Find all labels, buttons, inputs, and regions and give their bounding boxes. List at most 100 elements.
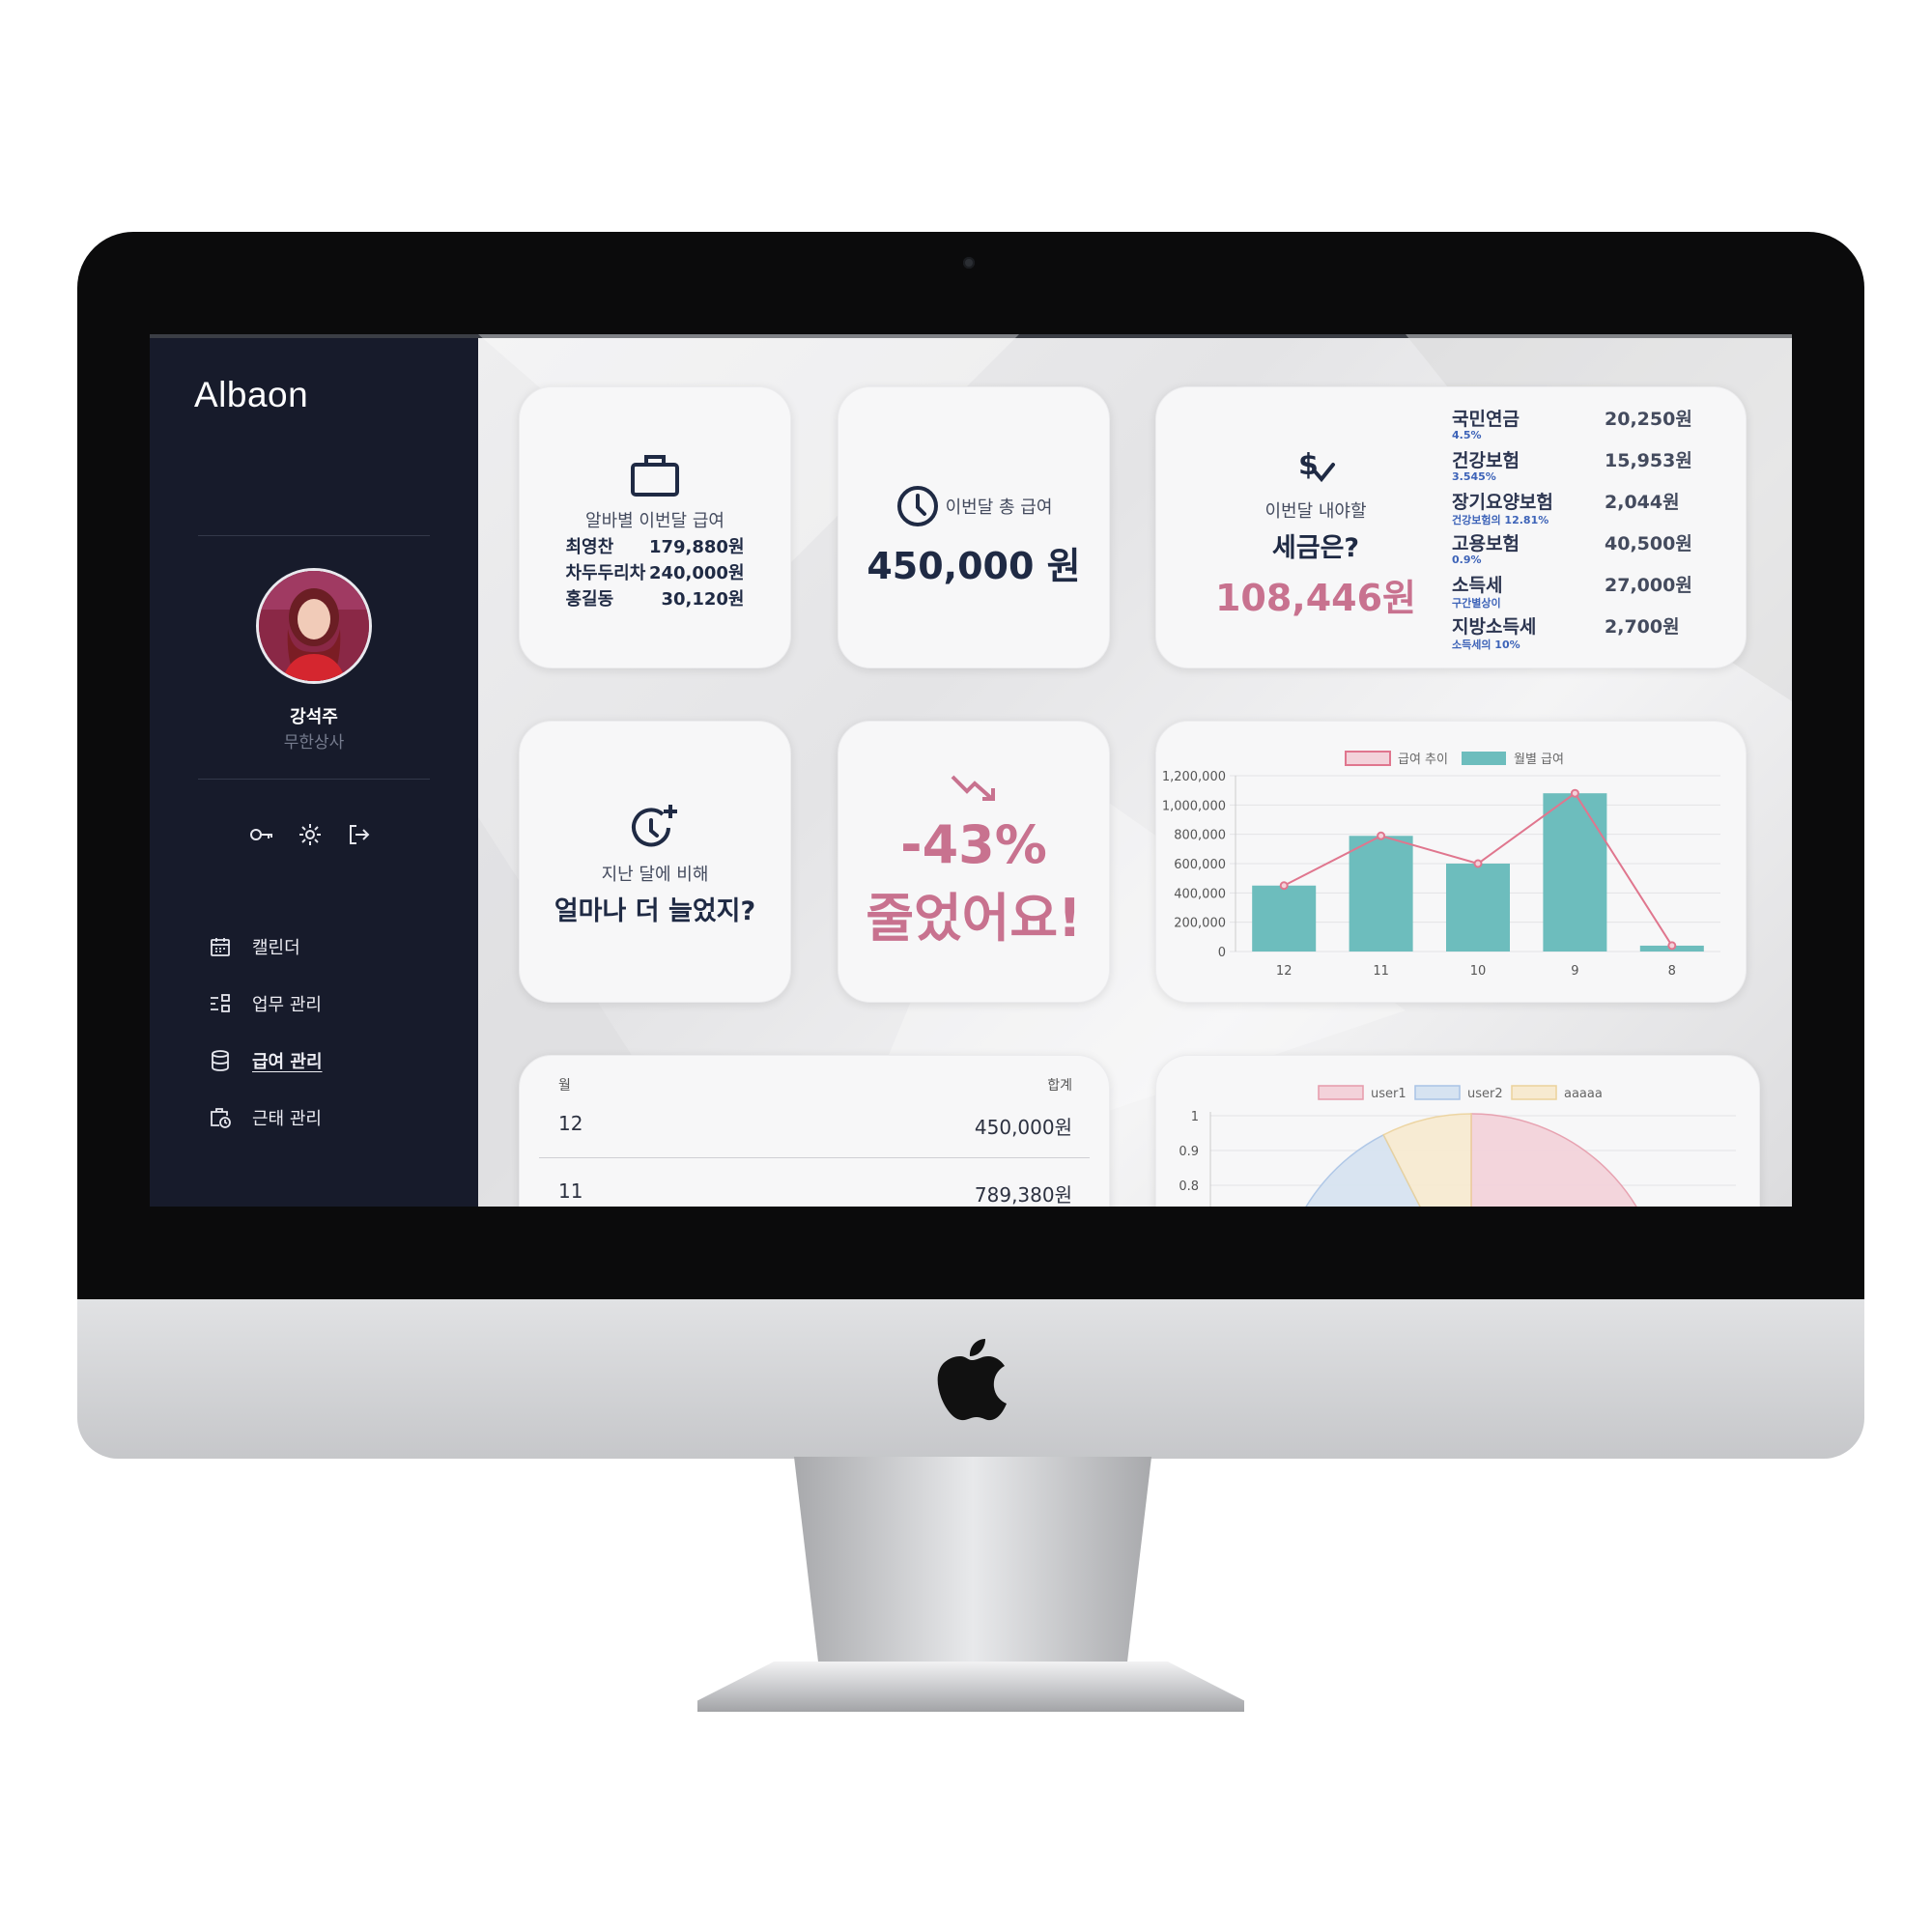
y-tick-label: 800,000 [1174, 829, 1226, 843]
user-name: 강석주 [290, 707, 338, 727]
legend-label: 월별 급여 [1514, 753, 1564, 767]
x-tick-label: 10 [1470, 964, 1487, 979]
clock-plus-icon [632, 805, 677, 847]
tax-item-amount: 2,044원 [1605, 492, 1680, 513]
job-amount: 240,000원 [648, 563, 745, 583]
y-tick-label: 0.9 [1179, 1145, 1199, 1159]
column-header-month: 월 [558, 1078, 571, 1094]
sidebar-divider [198, 779, 430, 780]
sidebar-item-tasks[interactable]: 업무 관리 [206, 975, 323, 1032]
avatar[interactable] [256, 568, 372, 684]
change-card: -43% 줄었어요! [838, 721, 1110, 1003]
tax-item: 건강보험 3.545% 15,953원 [1452, 446, 1724, 488]
job-amount: 179,880원 [648, 537, 745, 557]
table-row-divider [539, 1157, 1090, 1158]
y-tick-label: 400,000 [1174, 887, 1226, 901]
legend-label: aaaaa [1564, 1087, 1603, 1101]
tax-item-rate: 구간별상이 [1452, 597, 1501, 610]
job-name: 홍길동 [565, 589, 614, 610]
legend-label: 급여 추이 [1398, 753, 1448, 767]
job-salary-title: 알바별 이번달 급여 [585, 511, 724, 531]
tax-item-name: 장기요양보험 [1452, 492, 1553, 513]
total-salary-label: 이번달 총 급여 [945, 497, 1053, 518]
line-point[interactable] [1570, 788, 1579, 798]
task-list-icon [206, 989, 235, 1018]
job-name: 최영찬 [565, 537, 614, 557]
job-salary-list: 최영찬 179,880원 차두두리차 240,000원 홍길동 30,120원 [566, 534, 745, 612]
salary-chart-card: 급여 추이 월별 급여 0 200,000 400,000 600,000 800,000 1… [1155, 721, 1747, 1003]
app-logo[interactable]: Albaon [194, 375, 308, 415]
compare-label: 지난 달에 비해 [601, 865, 709, 885]
tax-summary: $ 이번달 내야할 세금은? 108,446원 [1195, 445, 1436, 621]
bar[interactable] [1349, 836, 1413, 952]
salary-bar-chart: 급여 추이 월별 급여 0 200,000 400,000 600,000 800,000 1… [1162, 751, 1720, 979]
change-percent: -43% [900, 814, 1047, 875]
job-salary-card: 알바별 이번달 급여 최영찬 179,880원 차두두리차 240,000원 홍… [519, 386, 791, 668]
calendar-icon [206, 932, 235, 961]
bar[interactable] [1543, 793, 1607, 952]
tax-item-rate: 3.545% [1452, 470, 1496, 483]
tax-item-name: 국민연금 [1452, 409, 1520, 430]
change-text: 줄었어요! [866, 888, 1082, 949]
camera [963, 257, 975, 269]
legend-swatch [1345, 751, 1391, 766]
briefcase-clock-icon [206, 1103, 235, 1132]
compare-question: 얼마나 더 늘었지? [554, 896, 756, 926]
tax-item-name: 고용보험 [1452, 533, 1520, 554]
bar[interactable] [1252, 885, 1317, 952]
sidebar-item-calendar[interactable]: 캘린더 [206, 918, 323, 975]
tax-item-amount: 27,000원 [1605, 575, 1692, 596]
column-header-total: 합계 [1047, 1078, 1072, 1094]
screen: Albaon 강석주 무한상사 캘린더 업무 관리 급여 관리 근태 관리 알바… [150, 334, 1792, 1207]
sidebar-divider [198, 535, 430, 536]
tax-item-amount: 2,700원 [1605, 616, 1680, 638]
compare-card: 지난 달에 비해 얼마나 더 늘었지? [519, 721, 791, 1003]
svg-text:$: $ [1298, 448, 1319, 482]
total-salary-header: 이번달 총 급여 [895, 484, 1053, 528]
sidebar-item-payroll[interactable]: 급여 관리 [206, 1032, 323, 1089]
job-salary-row: 최영찬 179,880원 [566, 534, 745, 560]
y-tick-label: 1 [1191, 1110, 1199, 1124]
sidebar-item-label: 근태 관리 [252, 1108, 322, 1129]
bar[interactable] [1446, 864, 1510, 952]
y-tick-label: 600,000 [1174, 858, 1226, 872]
sidebar-item-attendance[interactable]: 근태 관리 [206, 1089, 323, 1146]
tax-item: 지방소득세 소득세의 10% 2,700원 [1452, 612, 1724, 654]
salary-history-table: 월 합계 12 450,000원 11 789,380원 [519, 1055, 1110, 1207]
tax-item: 장기요양보험 건강보험의 12.81% 2,044원 [1452, 488, 1724, 529]
job-salary-row: 홍길동 30,120원 [566, 586, 745, 612]
clock-icon [896, 486, 938, 526]
table-cell-month: 11 [558, 1179, 583, 1203]
legend-swatch [1511, 1085, 1557, 1100]
tax-question: 세금은? [1271, 533, 1360, 563]
x-tick-label: 11 [1373, 964, 1389, 979]
trending-down-icon [951, 775, 995, 801]
total-salary-card: 이번달 총 급여 450,000 원 [838, 386, 1110, 668]
line-point[interactable] [1377, 831, 1386, 840]
tax-item-name: 건강보험 [1452, 450, 1520, 471]
tax-item-rate: 소득세의 10% [1452, 639, 1520, 651]
dollar-check-icon: $ [1298, 448, 1335, 483]
tax-item: 국민연금 4.5% 20,250원 [1452, 405, 1724, 446]
tax-item-name: 소득세 [1452, 575, 1503, 596]
tax-item-name: 지방소득세 [1452, 616, 1537, 638]
table-cell-total: 789,380원 [974, 1183, 1072, 1207]
line-point[interactable] [1279, 881, 1289, 891]
total-salary-value: 450,000 원 [867, 545, 1081, 587]
tax-label: 이번달 내야할 [1264, 501, 1367, 522]
tax-item-rate: 건강보험의 12.81% [1452, 514, 1549, 526]
logout-icon[interactable] [345, 821, 372, 848]
table-cell-month: 12 [558, 1112, 583, 1135]
briefcase-icon [631, 455, 679, 497]
key-icon[interactable] [248, 821, 275, 848]
quick-actions [248, 821, 372, 848]
job-name: 차두두리차 [565, 563, 646, 583]
legend-swatch [1462, 752, 1506, 765]
line-point[interactable] [1473, 859, 1483, 868]
sidebar-nav: 캘린더 업무 관리 급여 관리 근태 관리 [206, 918, 323, 1146]
sidebar: Albaon 강석주 무한상사 캘린더 업무 관리 급여 관리 근태 관리 [150, 338, 478, 1207]
tax-item: 소득세 구간별상이 27,000원 [1452, 571, 1724, 612]
tax-total: 108,446원 [1214, 577, 1417, 619]
gear-icon[interactable] [297, 821, 324, 848]
line-point[interactable] [1667, 941, 1677, 951]
